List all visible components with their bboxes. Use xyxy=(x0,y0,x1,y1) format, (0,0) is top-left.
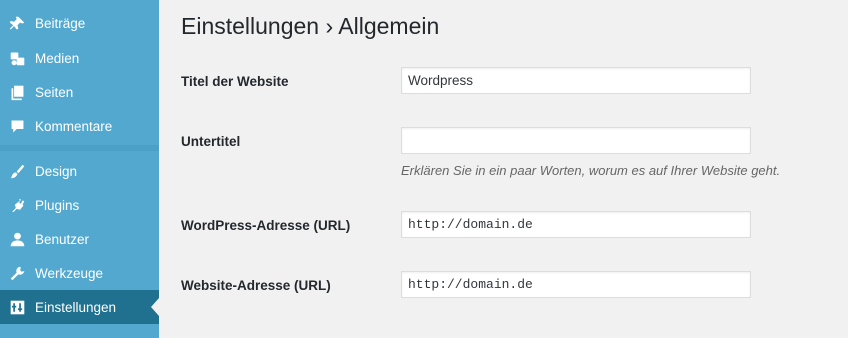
sidebar-item-werkzeuge[interactable]: Werkzeuge xyxy=(0,256,159,290)
sidebar-item-label: Plugins xyxy=(35,197,80,213)
sidebar-item-label: Einstellungen xyxy=(35,299,117,315)
sidebar-item-seiten[interactable]: Seiten xyxy=(0,75,159,109)
sidebar-item-label: Seiten xyxy=(35,84,74,100)
sidebar-item-beitraege[interactable]: Beiträge xyxy=(0,6,159,40)
sidebar-item-plugins[interactable]: Plugins xyxy=(0,188,159,222)
admin-sidebar: Beiträge Medien Seiten Kommentare Design… xyxy=(0,0,159,338)
sidebar-item-label: Design xyxy=(35,163,78,179)
sidebar-item-label: Benutzer xyxy=(35,231,90,247)
brush-icon xyxy=(7,161,27,181)
sidebar-item-label: Beiträge xyxy=(35,15,86,31)
pages-icon xyxy=(7,82,27,102)
site-title-input[interactable] xyxy=(401,67,751,94)
comment-icon xyxy=(7,116,27,136)
plugin-icon xyxy=(7,195,27,215)
site-address-label: Website-Adresse (URL) xyxy=(181,278,331,293)
sidebar-item-medien[interactable]: Medien xyxy=(0,41,159,75)
tagline-label: Untertitel xyxy=(181,134,241,149)
wrench-icon xyxy=(7,263,27,283)
user-icon xyxy=(7,229,27,249)
tagline-description: Erklären Sie in ein paar Worten, worum e… xyxy=(401,163,781,178)
wp-address-input[interactable] xyxy=(401,211,751,238)
site-address-input[interactable] xyxy=(401,271,751,298)
pin-icon xyxy=(7,13,27,33)
sidebar-item-benutzer[interactable]: Benutzer xyxy=(0,222,159,256)
media-icon xyxy=(7,48,27,68)
sidebar-item-einstellungen[interactable]: Einstellungen xyxy=(0,290,159,324)
sidebar-item-kommentare[interactable]: Kommentare xyxy=(0,109,159,143)
tagline-input[interactable] xyxy=(401,127,751,154)
site-title-label: Titel der Website xyxy=(181,74,289,89)
sidebar-item-label: Kommentare xyxy=(35,118,113,134)
sidebar-item-design[interactable]: Design xyxy=(0,154,159,188)
wp-address-label: WordPress-Adresse (URL) xyxy=(181,218,351,233)
page-title: Einstellungen › Allgemein xyxy=(181,13,440,39)
settings-icon xyxy=(7,297,27,317)
sidebar-item-label: Medien xyxy=(35,50,80,66)
menu-separator xyxy=(0,145,159,151)
sidebar-item-label: Werkzeuge xyxy=(35,265,104,281)
